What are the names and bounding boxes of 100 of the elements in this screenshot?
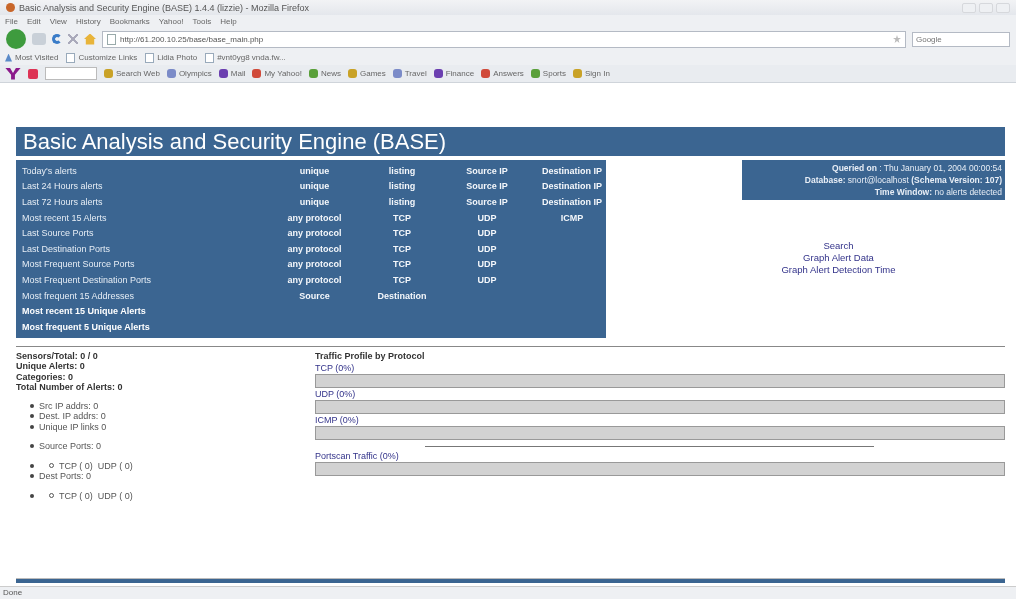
- stat-link[interactable]: TCP ( 0) UDP ( 0): [59, 460, 133, 472]
- bar-label: ICMP (0%): [315, 414, 360, 426]
- toolbar-button[interactable]: Sports: [530, 69, 566, 78]
- menu-item[interactable]: History: [75, 17, 101, 26]
- toolbar-button[interactable]: Sign In: [573, 69, 610, 78]
- nav-link[interactable]: TCP: [362, 274, 442, 285]
- search-field[interactable]: Google: [912, 31, 1010, 47]
- nav-link[interactable]: Most frequent 5 Unique Alerts: [22, 321, 267, 332]
- action-link[interactable]: Graph Alert Data: [803, 252, 874, 264]
- status-text: Done: [0, 586, 1016, 599]
- nav-link[interactable]: Most Frequent Source Ports: [22, 259, 267, 270]
- nav-link[interactable]: Most recent 15 Unique Alerts: [22, 306, 267, 317]
- menu-item[interactable]: Tools: [192, 17, 212, 26]
- bullet-icon: [30, 463, 34, 468]
- nav-link[interactable]: Last 72 Hours alerts: [22, 197, 267, 207]
- toolbar-button[interactable]: Games: [347, 69, 386, 78]
- toolbar-button[interactable]: Search Web: [104, 69, 160, 78]
- toolbar-dropdown[interactable]: [45, 67, 97, 80]
- stat-link[interactable]: Unique IP links 0: [39, 421, 107, 433]
- toolbar-button[interactable]: Finance: [433, 69, 475, 78]
- nav-link[interactable]: Source IP: [442, 181, 532, 192]
- nav-link[interactable]: Last Source Ports: [22, 228, 267, 239]
- menu-item[interactable]: View: [49, 17, 67, 26]
- toolbar-button[interactable]: Answers: [481, 69, 524, 78]
- menu-item[interactable]: File: [5, 17, 18, 26]
- menu-item[interactable]: Help: [220, 17, 237, 26]
- address-field[interactable]: http://61.200.10.25/base/base_main.php: [102, 30, 906, 48]
- toolbar-button[interactable]: Travel: [392, 69, 427, 78]
- nav-link[interactable]: ICMP: [532, 212, 612, 223]
- menu-item[interactable]: Edit: [26, 17, 41, 26]
- bullet-icon: [30, 424, 34, 429]
- nav-link[interactable]: listing: [362, 181, 442, 192]
- reload-icon[interactable]: [52, 34, 62, 44]
- nav-link[interactable]: UDP: [442, 259, 532, 270]
- nav-link[interactable]: Source IP: [442, 165, 532, 176]
- nav-link[interactable]: TCP: [362, 259, 442, 270]
- info-text: Queried on : Thu January 01, 2004 00:00:54: [831, 162, 1002, 174]
- nav-link[interactable]: any protocol: [267, 274, 362, 285]
- nav-link[interactable]: unique: [267, 165, 362, 176]
- info-text: Time Window: no alerts detected: [873, 186, 1002, 198]
- stop-icon[interactable]: [68, 34, 78, 44]
- nav-link[interactable]: TCP: [362, 228, 442, 239]
- nav-link[interactable]: TCP: [362, 212, 442, 223]
- nav-link[interactable]: listing: [362, 165, 442, 176]
- menu-item[interactable]: Bookmarks: [109, 17, 150, 26]
- toolbar-button[interactable]: Mail: [218, 69, 246, 78]
- nav-link[interactable]: UDP: [442, 243, 532, 254]
- bookmark-link[interactable]: #vnt0yg8 vnda.fw...: [205, 52, 286, 63]
- bookmark-link[interactable]: Most Visited: [5, 53, 59, 62]
- bullet-icon: [30, 474, 34, 479]
- stat-link[interactable]: Src IP addrs: 0: [39, 400, 99, 412]
- action-link[interactable]: Graph Alert Detection Time: [781, 264, 896, 276]
- nav-link[interactable]: listing: [362, 197, 442, 207]
- section-title: Traffic Profile by Protocol: [315, 350, 426, 362]
- nav-link[interactable]: any protocol: [267, 228, 362, 239]
- nav-link[interactable]: Most recent 15 Alerts: [22, 212, 267, 223]
- stat-link[interactable]: Source Ports: 0: [39, 441, 102, 452]
- home-icon[interactable]: [84, 33, 96, 45]
- page-icon: [107, 33, 116, 45]
- nav-link[interactable]: Last 24 Hours alerts: [22, 181, 267, 192]
- bullet-icon: [30, 403, 34, 408]
- stat-link[interactable]: TCP ( 0) UDP ( 0): [59, 490, 133, 502]
- nav-link[interactable]: Today's alerts: [22, 165, 267, 176]
- stat-link[interactable]: Dest. IP addrs: 0: [39, 411, 106, 422]
- nav-link[interactable]: any protocol: [267, 243, 362, 254]
- nav-link[interactable]: any protocol: [267, 259, 362, 270]
- toolbar-button[interactable]: News: [308, 69, 341, 78]
- nav-link[interactable]: UDP: [442, 228, 532, 239]
- nav-link[interactable]: UDP: [442, 212, 532, 223]
- bullet-icon: [30, 444, 34, 449]
- toolbar-button[interactable]: Olympics: [166, 69, 212, 78]
- stat-link[interactable]: Dest Ports: 0: [39, 471, 92, 482]
- nav-link[interactable]: Most Frequent Destination Ports: [22, 274, 267, 285]
- bullet-icon: [30, 493, 34, 498]
- bar-label: TCP (0%): [315, 362, 356, 374]
- nav-link[interactable]: UDP: [442, 274, 532, 285]
- nav-link[interactable]: Last Destination Ports: [22, 243, 267, 254]
- bookmark-link[interactable]: Lidia Photo: [145, 52, 198, 63]
- nav-link[interactable]: TCP: [362, 243, 442, 254]
- bullet-icon: [30, 414, 34, 419]
- menu-item[interactable]: Yahoo!: [158, 17, 184, 26]
- stat-text: Total Number of Alerts: 0: [16, 382, 124, 393]
- bar-label: Portscan Traffic (0%): [315, 450, 400, 462]
- nav-link[interactable]: unique: [267, 197, 362, 207]
- firefox-icon: [6, 3, 15, 12]
- nav-link[interactable]: Source IP: [442, 197, 532, 207]
- nav-link[interactable]: any protocol: [267, 212, 362, 223]
- nav-link[interactable]: Destination IP: [532, 181, 612, 192]
- nav-link[interactable]: Source: [267, 290, 362, 301]
- forward-button[interactable]: [32, 33, 46, 45]
- nav-link[interactable]: unique: [267, 181, 362, 192]
- nav-link[interactable]: Destination IP: [532, 197, 612, 207]
- action-link[interactable]: Search: [823, 240, 854, 252]
- nav-link[interactable]: Destination: [362, 290, 442, 301]
- nav-link[interactable]: Destination IP: [532, 165, 612, 176]
- back-button[interactable]: [6, 29, 26, 49]
- bar-label: UDP (0%): [315, 388, 357, 400]
- toolbar-button[interactable]: My Yahoo!: [252, 69, 302, 78]
- bookmark-link[interactable]: Customize Links: [66, 52, 138, 63]
- nav-link[interactable]: Most frequent 15 Addresses: [22, 290, 267, 301]
